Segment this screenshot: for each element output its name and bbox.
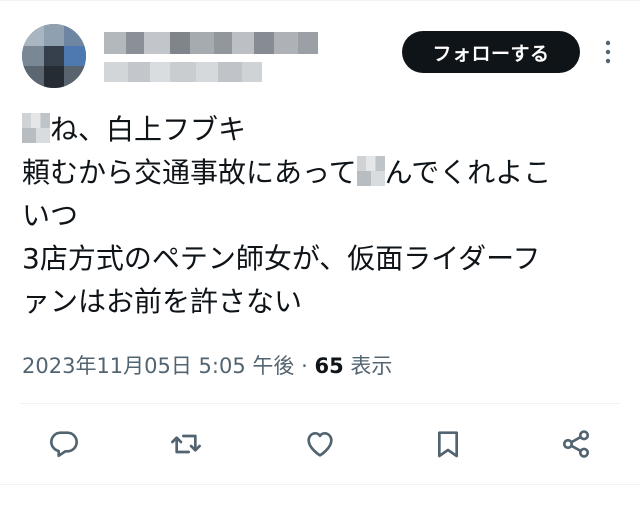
more-vertical-icon <box>605 40 611 64</box>
redaction-mosaic: ■ <box>22 113 50 143</box>
bottom-divider <box>0 484 640 485</box>
share-icon <box>562 430 590 458</box>
retweet-icon <box>171 434 201 454</box>
redaction-mosaic: ■ <box>356 156 385 186</box>
tweet-meta: 2023年11月05日 5:05 午後 · 65 表示 <box>22 348 392 384</box>
retweet-button[interactable] <box>160 418 212 470</box>
reply-icon <box>50 431 78 458</box>
share-button[interactable] <box>550 418 602 470</box>
author-names[interactable]: ■■■■■■■■■■■■ @■■■■■■■■■■■ <box>104 32 354 88</box>
meta-separator: · <box>301 354 308 378</box>
tweet-line-3: いつ <box>22 199 79 232</box>
divider <box>20 403 620 404</box>
like-button[interactable] <box>294 418 346 470</box>
follow-button[interactable]: フォローする <box>402 31 580 73</box>
heart-icon <box>307 432 333 457</box>
views-count[interactable]: 65 <box>314 354 343 378</box>
reply-button[interactable] <box>38 418 90 470</box>
more-options-button[interactable] <box>596 34 620 70</box>
bookmark-icon <box>438 431 458 458</box>
author-display-name[interactable]: ■■■■■■■■■■■■ <box>104 32 318 54</box>
tweet-line-1: ■ね、白上フブキ <box>22 108 622 151</box>
author-handle: @■■■■■■■■■■■ <box>104 62 262 82</box>
bookmark-button[interactable] <box>422 418 474 470</box>
tweet-text: ■ね、白上フブキ 頼むから交通事故にあって■んでくれよこ いつ 3店方式のペテン… <box>22 108 622 323</box>
tweet-line-4: 3店方式のペテン師女が、仮面ライダーフ <box>22 242 541 275</box>
tweet-line-5: ァンはお前を許さない <box>22 285 303 318</box>
tweet-timestamp[interactable]: 2023年11月05日 5:05 午後 <box>22 354 294 378</box>
tweet-line-2: 頼むから交通事故にあって■んでくれよこ <box>22 156 552 189</box>
views-label: 表示 <box>350 354 393 378</box>
follow-button-label: フォローする <box>432 42 550 65</box>
tweet-header: ■■■■■■■■■■■■ @■■■■■■■■■■■ フォローする <box>0 0 640 100</box>
action-bar <box>0 418 640 470</box>
avatar[interactable] <box>22 24 86 88</box>
